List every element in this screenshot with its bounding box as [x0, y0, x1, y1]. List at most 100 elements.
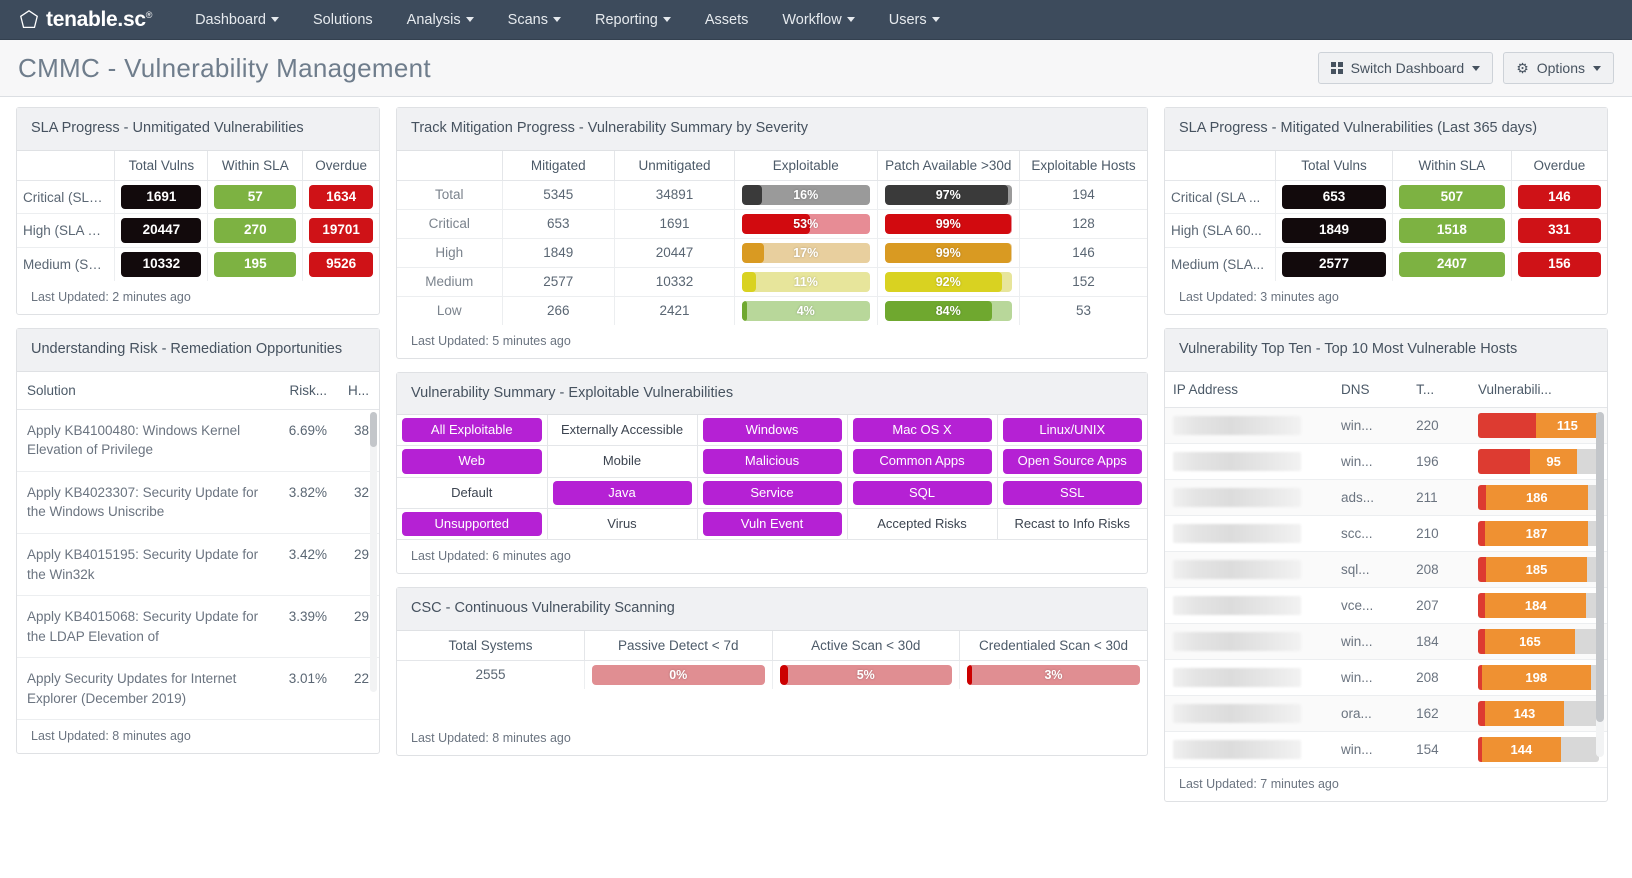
table-row[interactable]: Critical 653 1691 53% 99% 128	[397, 209, 1147, 239]
exploitable-chip[interactable]: Externally Accessible	[553, 418, 692, 442]
exploitable-chip[interactable]: Accepted Risks	[853, 512, 992, 536]
table-row[interactable]: Medium (SLA... 10332 195 9526	[17, 247, 379, 282]
cell-within[interactable]: 507	[1391, 180, 1512, 215]
matrix-cell[interactable]: Recast to Info Risks	[996, 507, 1147, 541]
cell-vulnerability-bar[interactable]: 143	[1469, 695, 1607, 732]
matrix-cell[interactable]: Service	[696, 476, 848, 509]
table-row[interactable]: Critical (SLA ... 653 507 146	[1165, 180, 1607, 215]
table-row[interactable]: Apply KB4100480: Windows Kernel Elevatio…	[17, 409, 379, 472]
exploitable-chip[interactable]: Common Apps	[852, 449, 992, 474]
table-row[interactable]: win... 220 115	[1165, 407, 1607, 444]
cell-vulnerability-bar[interactable]: 144	[1469, 731, 1607, 768]
matrix-cell[interactable]: Virus	[546, 507, 698, 541]
top-ten-scrollbar[interactable]	[1596, 411, 1604, 757]
table-row[interactable]: Apply Security Updates for Internet Expl…	[17, 657, 379, 721]
exploitable-chip[interactable]: Vuln Event	[702, 511, 842, 537]
cell-overdue[interactable]: 19701	[302, 213, 379, 249]
matrix-cell[interactable]: Malicious	[696, 445, 848, 478]
table-row[interactable]: sql... 208 185	[1165, 551, 1607, 588]
matrix-cell[interactable]: Open Source Apps	[996, 445, 1147, 478]
table-row[interactable]: Total 5345 34891 16% 97% 194	[397, 180, 1147, 210]
cell-exploitable[interactable]: 4%	[734, 296, 877, 325]
table-row[interactable]: Critical (SLA ... 1691 57 1634	[17, 180, 379, 215]
cell-exploitable[interactable]: 16%	[734, 180, 877, 210]
nav-item-workflow[interactable]: Workflow	[765, 0, 871, 40]
cell-exploitable[interactable]: 53%	[734, 209, 877, 239]
cell-vulnerability-bar[interactable]: 185	[1469, 551, 1607, 588]
nav-item-solutions[interactable]: Solutions	[296, 0, 390, 40]
matrix-cell[interactable]: Accepted Risks	[846, 507, 998, 541]
matrix-cell[interactable]: Default	[397, 476, 548, 509]
cell-scan-coverage[interactable]: 5%	[771, 660, 960, 689]
table-row[interactable]: 2555 0% 5% 3%	[397, 660, 1147, 689]
cell-patch-available[interactable]: 99%	[876, 238, 1020, 268]
exploitable-chip[interactable]: Mobile	[553, 449, 692, 473]
exploitable-chip[interactable]: Web	[402, 449, 542, 474]
matrix-cell[interactable]: SQL	[846, 476, 998, 509]
exploitable-chip[interactable]: Windows	[702, 418, 842, 443]
table-row[interactable]: scc... 210 187	[1165, 515, 1607, 552]
nav-item-analysis[interactable]: Analysis	[390, 0, 491, 40]
matrix-cell[interactable]: Windows	[696, 415, 848, 447]
matrix-cell[interactable]: SSL	[996, 476, 1147, 509]
cell-patch-available[interactable]: 97%	[876, 180, 1020, 210]
cell-vulnerability-bar[interactable]: 95	[1469, 443, 1607, 480]
cell-scan-coverage[interactable]: 3%	[959, 660, 1147, 689]
cell-total[interactable]: 20447	[114, 213, 208, 249]
exploitable-chip[interactable]: Linux/UNIX	[1002, 418, 1142, 443]
cell-overdue[interactable]: 156	[1510, 247, 1607, 282]
remediation-scrollbar[interactable]	[370, 411, 377, 692]
cell-total[interactable]: 1849	[1275, 213, 1393, 249]
cell-within[interactable]: 2407	[1391, 247, 1512, 282]
cell-exploitable[interactable]: 11%	[734, 267, 877, 297]
table-row[interactable]: win... 184 165	[1165, 623, 1607, 660]
cell-total[interactable]: 10332	[114, 247, 208, 282]
cell-total[interactable]: 653	[1275, 180, 1393, 215]
cell-overdue[interactable]: 1634	[302, 180, 379, 215]
cell-patch-available[interactable]: 84%	[876, 296, 1020, 325]
cell-vulnerability-bar[interactable]: 187	[1469, 515, 1607, 552]
cell-overdue[interactable]: 9526	[302, 247, 379, 282]
table-row[interactable]: Medium 2577 10332 11% 92% 152	[397, 267, 1147, 297]
exploitable-chip[interactable]: Virus	[553, 512, 692, 536]
brand-logo[interactable]: tenable.sc®	[18, 8, 152, 32]
table-row[interactable]: High 1849 20447 17% 99% 146	[397, 238, 1147, 268]
table-row[interactable]: Medium (SLA... 2577 2407 156	[1165, 247, 1607, 282]
cell-within[interactable]: 57	[207, 180, 303, 215]
table-row[interactable]: ora... 162 143	[1165, 695, 1607, 732]
table-row[interactable]: Low 266 2421 4% 84% 53	[397, 296, 1147, 325]
cell-vulnerability-bar[interactable]: 184	[1469, 587, 1607, 624]
table-row[interactable]: Apply KB4015068: Security Update for the…	[17, 595, 379, 659]
cell-vulnerability-bar[interactable]: 186	[1469, 479, 1607, 516]
switch-dashboard-button[interactable]: Switch Dashboard	[1317, 52, 1494, 84]
exploitable-chip[interactable]: Recast to Info Risks	[1003, 512, 1143, 536]
cell-scan-coverage[interactable]: 0%	[584, 660, 772, 689]
table-row[interactable]: Apply KB4023307: Security Update for the…	[17, 471, 379, 535]
table-row[interactable]: High (SLA 60... 20447 270 19701	[17, 213, 379, 249]
exploitable-chip[interactable]: Mac OS X	[852, 418, 992, 443]
cell-patch-available[interactable]: 92%	[876, 267, 1020, 297]
cell-within[interactable]: 195	[207, 247, 303, 282]
cell-vulnerability-bar[interactable]: 165	[1469, 623, 1607, 660]
cell-overdue[interactable]: 331	[1510, 213, 1607, 249]
matrix-cell[interactable]: Java	[546, 476, 698, 509]
scrollbar-thumb[interactable]	[370, 411, 377, 447]
matrix-cell[interactable]: Mac OS X	[846, 415, 998, 447]
exploitable-chip[interactable]: SQL	[852, 480, 992, 505]
cell-exploitable[interactable]: 17%	[734, 238, 877, 268]
cell-within[interactable]: 1518	[1391, 213, 1512, 249]
scrollbar-thumb[interactable]	[1596, 411, 1604, 722]
exploitable-chip[interactable]: SSL	[1002, 480, 1142, 505]
exploitable-chip[interactable]: Java	[552, 480, 692, 505]
cell-total[interactable]: 1691	[114, 180, 208, 215]
table-row[interactable]: High (SLA 60... 1849 1518 331	[1165, 213, 1607, 249]
exploitable-chip[interactable]: Open Source Apps	[1002, 449, 1142, 474]
matrix-cell[interactable]: Common Apps	[846, 445, 998, 478]
nav-item-dashboard[interactable]: Dashboard	[178, 0, 296, 40]
table-row[interactable]: Apply KB4015195: Security Update for the…	[17, 533, 379, 597]
cell-overdue[interactable]: 146	[1510, 180, 1607, 215]
matrix-cell[interactable]: Vuln Event	[696, 507, 848, 541]
cell-within[interactable]: 270	[207, 213, 303, 249]
matrix-cell[interactable]: Web	[397, 445, 548, 478]
exploitable-chip[interactable]: Service	[702, 480, 842, 505]
